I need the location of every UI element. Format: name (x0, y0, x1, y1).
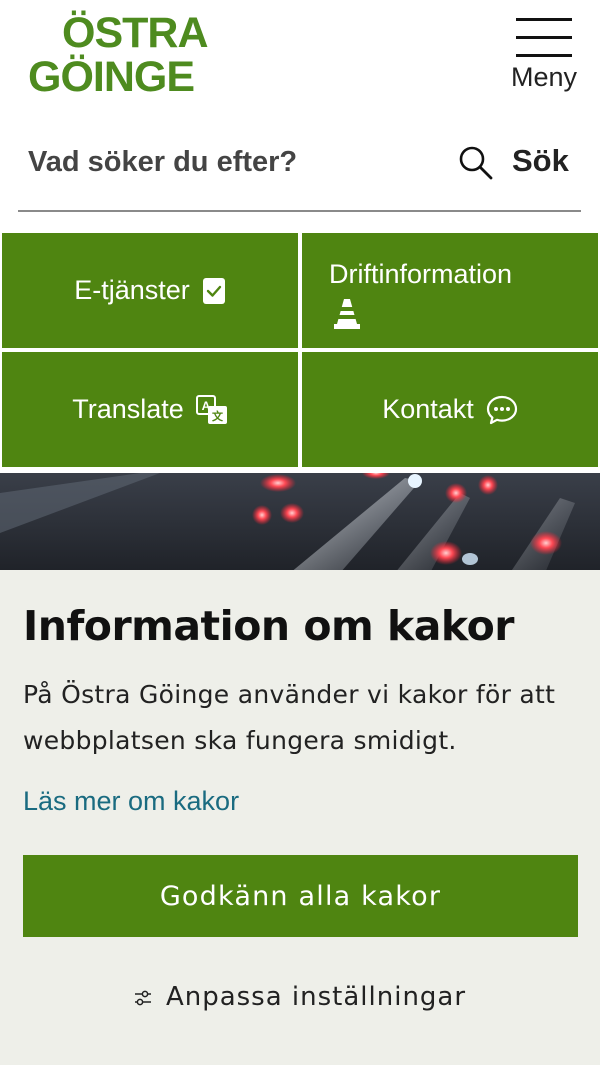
tile-label: E-tjänster (74, 275, 190, 305)
menu-label: Meny (510, 62, 578, 92)
customize-settings-button[interactable]: Anpassa inställningar (0, 982, 600, 1012)
tile-label: Translate (72, 394, 184, 424)
accept-all-cookies-button[interactable]: Godkänn alla kakor (23, 855, 578, 937)
site-logo[interactable]: ÖSTRA GÖINGE (28, 8, 228, 103)
svg-text:文: 文 (212, 409, 224, 423)
tile-contact[interactable]: Kontakt (302, 352, 598, 467)
cookie-body: På Östra Göinge använder vi kakor för at… (23, 680, 556, 755)
tile-label: Driftinformation (329, 259, 513, 289)
logo-line-2: GÖINGE (28, 53, 195, 101)
logo-line-1: ÖSTRA (62, 9, 208, 57)
chat-bubble-icon (486, 395, 517, 424)
tile-translate[interactable]: Translate A 文 (2, 352, 298, 467)
quick-links: E-tjänster Driftinformation Translate A … (0, 230, 600, 470)
traffic-cone-icon (334, 299, 360, 329)
tile-label: Kontakt (382, 394, 474, 424)
site-header: ÖSTRA GÖINGE Meny (0, 0, 600, 120)
read-more-cookies-link[interactable]: Läs mer om kakor (23, 786, 239, 817)
hero-image (0, 473, 600, 573)
tile-e-services[interactable]: E-tjänster (2, 233, 298, 348)
cookie-title: Information om kakor (23, 602, 515, 650)
customize-settings-label: Anpassa inställningar (165, 982, 467, 1012)
search-icon[interactable] (458, 145, 494, 181)
sliders-icon (134, 990, 151, 1005)
translate-icon: A 文 (195, 394, 227, 424)
hamburger-icon (516, 18, 572, 58)
concert-lights-image (0, 473, 600, 573)
menu-button[interactable]: Meny (505, 18, 583, 98)
search-bar: Sök (18, 125, 581, 212)
checkbox-icon (202, 277, 225, 304)
tile-operations-info[interactable]: Driftinformation (302, 233, 598, 348)
search-input[interactable] (28, 139, 448, 185)
cookie-banner: Information om kakor På Östra Göinge anv… (0, 570, 600, 1065)
search-button[interactable]: Sök (512, 143, 569, 179)
